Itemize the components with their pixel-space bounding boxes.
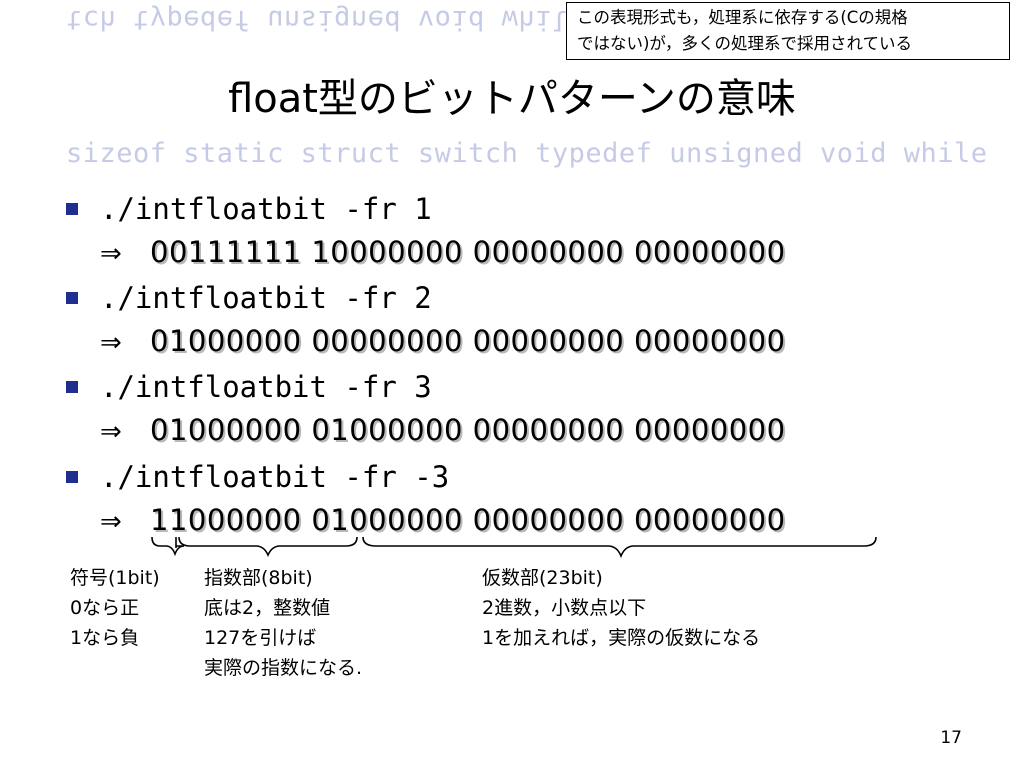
sign-label: 符号(1bit) 0なら正 1なら負: [70, 563, 160, 653]
mantissa-label: 仮数部(23bit) 2進数，小数点以下 1を加えれば，実際の仮数になる: [482, 563, 760, 653]
exponent-brace: [178, 536, 358, 557]
exponent-label-line: 底は2，整数値: [204, 597, 331, 619]
sign-label-line: 符号(1bit): [70, 567, 160, 589]
slide: tch typedef unsigned void while この表現形式も，…: [0, 0, 1024, 768]
mantissa-label-line: 2進数，小数点以下: [482, 597, 647, 619]
sign-label-line: 0なら正: [70, 597, 140, 619]
mantissa-label-line: 仮数部(23bit): [482, 567, 603, 589]
exponent-label: 指数部(8bit) 底は2，整数値 127を引けば 実際の指数になる.: [204, 563, 362, 683]
mantissa-brace: [362, 536, 877, 559]
page-number: 17: [940, 728, 962, 748]
exponent-label-line: 指数部(8bit): [204, 567, 313, 589]
mantissa-label-line: 1を加えれば，実際の仮数になる: [482, 627, 761, 649]
exponent-label-line: 127を引けば: [204, 627, 317, 649]
sign-label-line: 1なら負: [70, 627, 140, 649]
exponent-label-line: 実際の指数になる.: [204, 657, 363, 679]
